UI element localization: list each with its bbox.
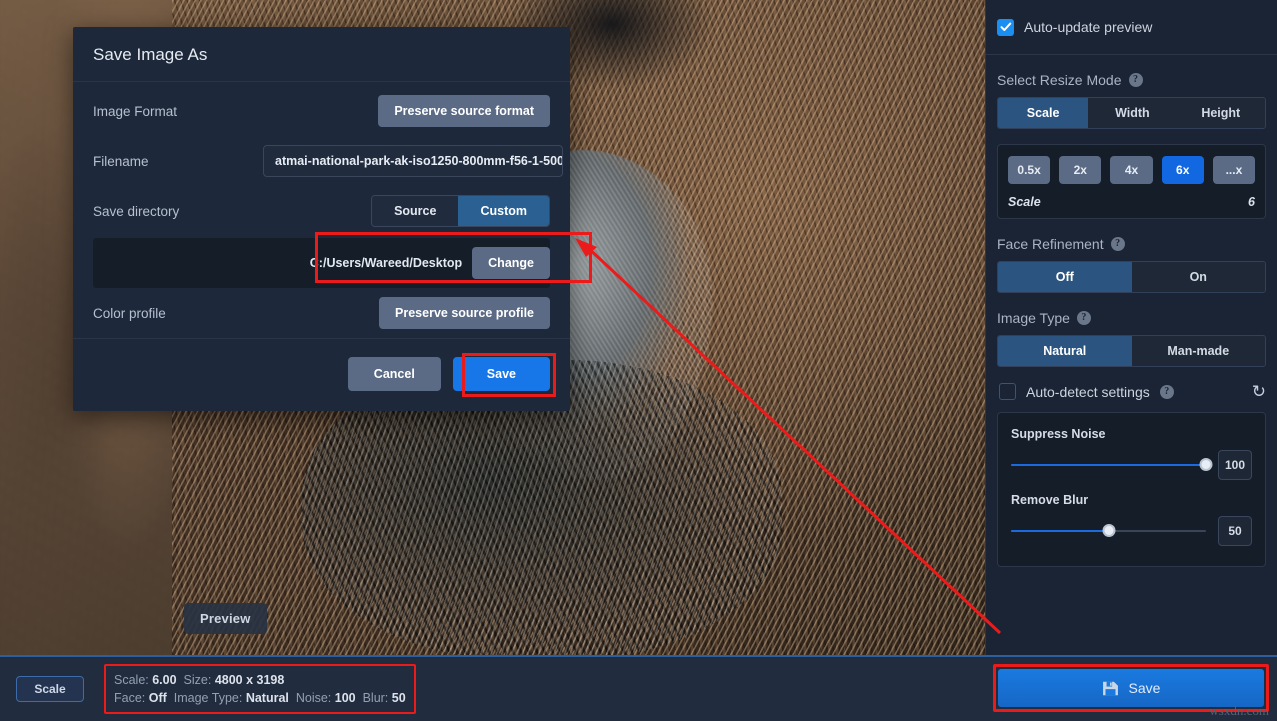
status-size-value: 4800 x 3198	[214, 673, 285, 687]
status-imagetype-value: Natural	[245, 691, 289, 705]
directory-path-row: C:/Users/Wareed/Desktop Change	[93, 232, 592, 288]
face-refinement-title-row: Face Refinement ?	[986, 219, 1277, 261]
image-format-row: Image Format Preserve source format	[93, 86, 550, 136]
suppress-noise-group: Suppress Noise 100	[1011, 427, 1252, 480]
status-scale-value: 6.00	[152, 673, 177, 687]
status-face-value: Off	[148, 691, 167, 705]
status-info: Scale: 6.00 Size: 4800 x 3198 Face: Off …	[104, 664, 416, 714]
status-noise-label: Noise:	[295, 691, 332, 705]
color-profile-button[interactable]: Preserve source profile	[379, 297, 550, 329]
filename-input[interactable]: atmai-national-park-ak-iso1250-800mm-f56…	[263, 145, 563, 177]
face-refinement-title: Face Refinement	[997, 236, 1104, 252]
dialog-cancel-button[interactable]: Cancel	[347, 357, 441, 391]
face-refinement-off[interactable]: Off	[998, 262, 1132, 292]
floppy-disk-icon	[1102, 681, 1118, 695]
face-refinement-segmented[interactable]: Off On	[997, 261, 1266, 293]
suppress-noise-value[interactable]: 100	[1218, 450, 1252, 480]
status-blur-value: 50	[391, 691, 406, 705]
auto-update-label: Auto-update preview	[1024, 19, 1153, 35]
settings-sidebar: Auto-update preview Select Resize Mode ?…	[985, 0, 1277, 655]
status-noise-value: 100	[334, 691, 356, 705]
scale-value-number: 6	[1248, 195, 1255, 209]
status-imagetype-label: Image Type:	[173, 691, 243, 705]
image-type-segmented[interactable]: Natural Man-made	[997, 335, 1266, 367]
save-directory-label: Save directory	[93, 203, 180, 219]
slider-handle[interactable]	[1102, 524, 1115, 537]
watermark-text: wsxdn.com	[1209, 703, 1269, 718]
check-icon	[1000, 22, 1011, 31]
slider-handle[interactable]	[1199, 458, 1213, 471]
save-button-label: Save	[1128, 680, 1161, 696]
adjustments-panel: Suppress Noise 100 Remove Blur 50	[997, 412, 1266, 567]
scale-value-row: Scale 6	[1008, 195, 1255, 209]
help-icon-face-refinement[interactable]: ?	[1110, 237, 1125, 251]
scale-preset-0[interactable]: 0.5x	[1008, 156, 1051, 184]
dialog-title: Save Image As	[73, 27, 570, 82]
resize-mode-title-row: Select Resize Mode ?	[986, 55, 1277, 97]
scale-value-label: Scale	[1008, 195, 1041, 209]
filename-row: Filename atmai-national-park-ak-iso1250-…	[93, 136, 563, 186]
dialog-footer: Cancel Save	[73, 338, 570, 411]
help-icon-image-type[interactable]: ?	[1076, 311, 1091, 325]
resize-mode-title: Select Resize Mode	[997, 72, 1122, 88]
status-blur-label: Blur:	[362, 691, 389, 705]
scale-panel: 0.5x 2x 4x 6x ...x Scale 6	[997, 144, 1266, 219]
resize-mode-segmented[interactable]: Scale Width Height	[997, 97, 1266, 129]
face-refinement-on[interactable]: On	[1131, 262, 1265, 292]
status-line-1: Scale: 6.00 Size: 4800 x 3198	[114, 671, 406, 689]
change-directory-button[interactable]: Change	[472, 247, 550, 279]
filename-label: Filename	[93, 153, 149, 169]
auto-update-preview-row[interactable]: Auto-update preview	[986, 0, 1277, 55]
save-directory-segmented[interactable]: Source Custom	[371, 195, 550, 227]
resize-mode-height[interactable]: Height	[1176, 98, 1265, 128]
save-button[interactable]: Save	[998, 669, 1264, 707]
remove-blur-label: Remove Blur	[1011, 493, 1089, 507]
slider-fill	[1011, 464, 1206, 466]
image-format-label: Image Format	[93, 103, 178, 119]
scale-preset-4[interactable]: ...x	[1212, 156, 1256, 184]
image-type-natural[interactable]: Natural	[998, 336, 1132, 366]
color-profile-label: Color profile	[93, 305, 166, 321]
auto-update-checkbox[interactable]	[997, 18, 1014, 36]
directory-path-text: C:/Users/Wareed/Desktop	[309, 256, 463, 270]
scale-presets[interactable]: 0.5x 2x 4x 6x ...x	[1008, 156, 1256, 184]
reset-icon[interactable]: ↻	[1252, 383, 1266, 400]
auto-detect-checkbox[interactable]	[999, 383, 1016, 400]
status-size-label: Size:	[183, 673, 212, 687]
color-profile-row: Color profile Preserve source profile	[93, 288, 550, 338]
resize-mode-width[interactable]: Width	[1088, 98, 1177, 128]
resize-mode-scale[interactable]: Scale	[998, 98, 1089, 128]
slider-fill	[1011, 530, 1109, 532]
auto-detect-row[interactable]: Auto-detect settings ? ↻	[986, 367, 1277, 412]
save-directory-custom[interactable]: Custom	[458, 196, 549, 226]
suppress-noise-label: Suppress Noise	[1011, 427, 1106, 441]
save-directory-row: Save directory Source Custom	[93, 186, 550, 236]
scale-preset-2[interactable]: 4x	[1110, 156, 1153, 184]
save-image-as-dialog: Save Image As Image Format Preserve sour…	[73, 27, 592, 411]
auto-detect-label: Auto-detect settings	[1026, 383, 1150, 400]
suppress-noise-slider[interactable]	[1011, 458, 1213, 472]
image-format-button[interactable]: Preserve source format	[378, 95, 550, 127]
help-icon-auto-detect[interactable]: ?	[1159, 384, 1174, 399]
preview-badge: Preview	[184, 603, 267, 634]
save-directory-source[interactable]: Source	[372, 196, 459, 226]
image-type-title-row: Image Type ?	[986, 293, 1277, 335]
status-face-label: Face:	[114, 691, 146, 705]
image-type-man-made[interactable]: Man-made	[1131, 336, 1265, 366]
scale-preset-1[interactable]: 2x	[1059, 156, 1102, 184]
help-icon-resize-mode[interactable]: ?	[1128, 73, 1143, 87]
status-scale-label: Scale:	[114, 673, 149, 687]
remove-blur-slider[interactable]	[1011, 524, 1206, 538]
app-root: Preview Auto-update preview Select Resiz…	[0, 0, 1277, 721]
remove-blur-value[interactable]: 50	[1218, 516, 1252, 546]
dialog-body: Image Format Preserve source format File…	[73, 82, 592, 338]
scale-preset-3[interactable]: 6x	[1161, 156, 1204, 184]
scale-tab-button[interactable]: Scale	[16, 676, 84, 702]
image-type-title: Image Type	[997, 310, 1070, 326]
remove-blur-group: Remove Blur 50	[1011, 493, 1252, 546]
dialog-save-button[interactable]: Save	[452, 357, 550, 391]
bottom-bar: Scale Scale: 6.00 Size: 4800 x 3198 Face…	[0, 655, 1277, 721]
status-line-2: Face: Off Image Type: Natural Noise: 100…	[114, 689, 406, 707]
